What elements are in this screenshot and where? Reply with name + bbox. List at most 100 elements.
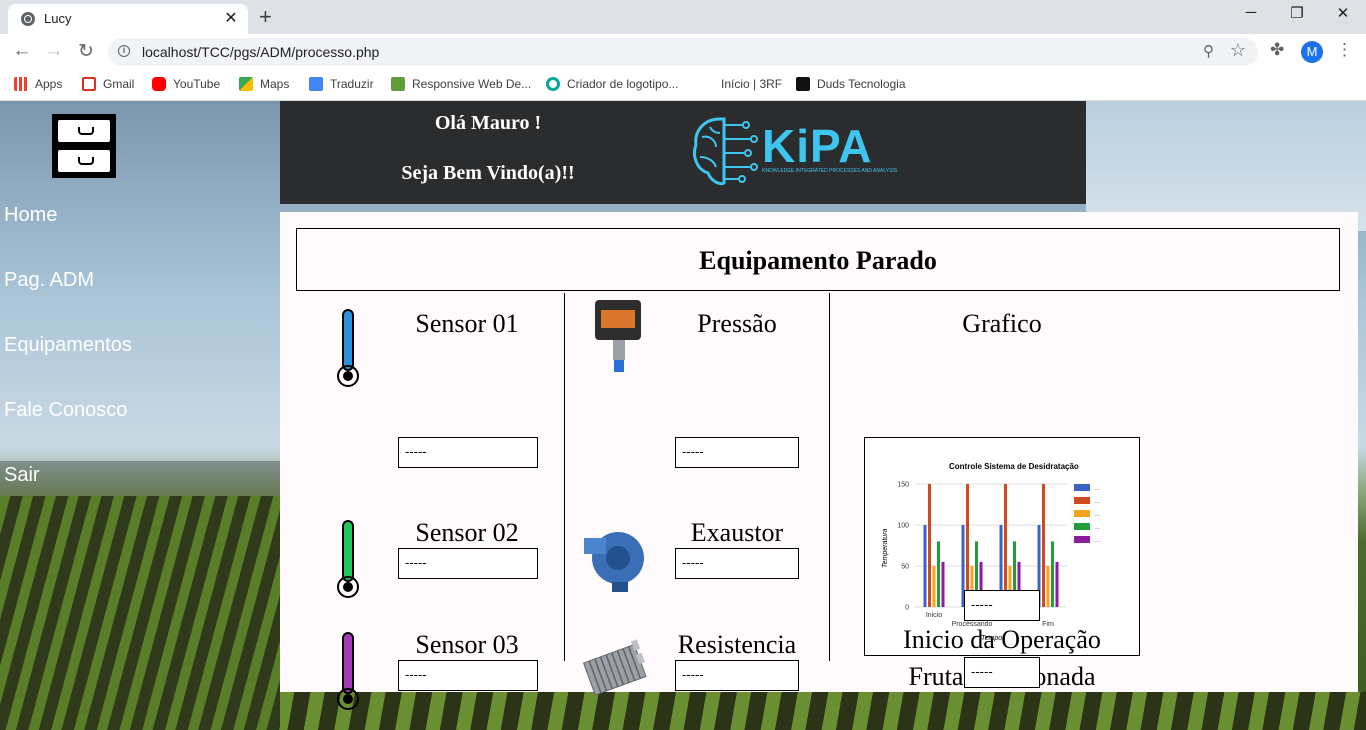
- fruta-selecionada-value: -----: [964, 590, 1040, 621]
- resistencia-label: Resistencia: [677, 630, 797, 659]
- browser-tab[interactable]: Lucy ✕: [8, 4, 248, 34]
- profile-avatar[interactable]: M: [1301, 41, 1323, 63]
- chart-container: Controle Sistema de Desidratação Tempera…: [864, 437, 1140, 656]
- w3-icon: [391, 77, 405, 91]
- zoom-icon[interactable]: ⚲: [1203, 42, 1214, 60]
- sensor-01-label: Sensor 01: [415, 309, 519, 338]
- chart-y-tick-label: 0: [905, 605, 909, 612]
- process-panel: Equipamento Parado Sensor 01 ----- Senso…: [280, 212, 1358, 710]
- grafico-label: Grafico: [962, 309, 1042, 338]
- greeting-text: Olá Mauro !: [434, 112, 542, 134]
- bookmark-gmail[interactable]: Gmail: [82, 77, 134, 91]
- welcome-text: Seja Bem Vindo(a)!!: [401, 162, 575, 184]
- page-viewport: Home Pag. ADM Equipamentos Fale Conosco …: [0, 101, 1366, 730]
- exaustor-label: Exaustor: [690, 518, 784, 547]
- tab-title: Lucy: [44, 11, 72, 26]
- sidebar-item-pag-adm[interactable]: Pag. ADM: [4, 269, 94, 292]
- inicio-operacao-label: Inicio da Operação: [903, 625, 1101, 654]
- sidebar-item-fale-conosco[interactable]: Fale Conosco: [4, 399, 127, 422]
- info-icon[interactable]: i: [118, 45, 130, 57]
- translate-icon: [309, 77, 323, 91]
- background-crop-rows-bottom: [280, 692, 1366, 730]
- minimize-icon[interactable]: ─: [1236, 4, 1266, 21]
- forward-icon[interactable]: →: [42, 40, 66, 62]
- chart-bar: [1004, 484, 1007, 607]
- chart-y-tick-label: 50: [901, 564, 909, 571]
- chart-bar: [937, 541, 940, 607]
- sidebar-item-equipamentos[interactable]: Equipamentos: [4, 334, 132, 357]
- chart-bar: [941, 561, 945, 607]
- chart-legend-label: ...: [1095, 525, 1100, 531]
- chart-bar: [932, 566, 936, 607]
- chart-legend-swatch: [1074, 510, 1090, 517]
- youtube-icon: [152, 77, 166, 91]
- chart-legend-label: ...: [1095, 538, 1100, 544]
- address-bar[interactable]: i localhost/TCC/pgs/ADM/processo.php ⚲ ☆: [108, 38, 1258, 66]
- drawer-bottom: [58, 150, 110, 172]
- chart-legend-label: ...: [1095, 486, 1100, 492]
- heating-resistor-icon: [582, 630, 652, 710]
- chart-bar: [1042, 484, 1045, 607]
- bookmark-apps[interactable]: Apps: [14, 77, 62, 91]
- drawer-top: [58, 120, 110, 142]
- close-tab-icon[interactable]: ✕: [222, 8, 240, 28]
- back-icon[interactable]: ←: [10, 40, 34, 62]
- gmail-icon: [82, 77, 96, 91]
- browser-tab-strip: Lucy ✕ + ─ ❐ ✕: [0, 0, 1366, 34]
- sensor-03-value: -----: [398, 660, 538, 691]
- logo-maker-icon: [546, 77, 560, 91]
- bookmark-responsive-web[interactable]: Responsive Web De...: [391, 77, 531, 91]
- kipa-logo: KiPA KNOWLEDGE INTEGRATED PROCESSES AND …: [690, 113, 897, 189]
- thermometer-green-icon: [335, 520, 361, 600]
- extensions-icon[interactable]: ✤: [1270, 40, 1284, 60]
- sidebar-item-sair[interactable]: Sair: [4, 464, 40, 487]
- chart-title: Controle Sistema de Desidratação: [949, 462, 1079, 471]
- chart-legend-swatch: [1074, 523, 1090, 530]
- sidebar: Home Pag. ADM Equipamentos Fale Conosco …: [0, 101, 280, 730]
- column-divider-right: [829, 293, 830, 661]
- chart-bar: [923, 525, 927, 607]
- chart-legend-swatch: [1074, 497, 1090, 504]
- pressao-value: -----: [675, 437, 799, 468]
- chart-bar: [966, 484, 969, 607]
- bookmark-traduzir[interactable]: Traduzir: [309, 77, 374, 91]
- chart-bar: [928, 484, 931, 607]
- chart-bar: [1046, 566, 1050, 607]
- duds-icon: [796, 77, 810, 91]
- sensor-02-label: Sensor 02: [415, 518, 519, 547]
- sensor-03-label: Sensor 03: [415, 630, 519, 659]
- resistencia-value: -----: [675, 660, 799, 691]
- pressao-label: Pressão: [697, 309, 777, 338]
- column-divider-left: [564, 293, 565, 661]
- bookmark-star-icon[interactable]: ☆: [1230, 40, 1246, 61]
- bookmark-maps[interactable]: Maps: [239, 77, 289, 91]
- exhaust-fan-icon: [582, 518, 652, 598]
- equipment-status-banner: Equipamento Parado: [296, 228, 1340, 291]
- chart-y-tick-label: 150: [897, 482, 909, 489]
- browser-toolbar: ← → ↻ i localhost/TCC/pgs/ADM/processo.p…: [0, 34, 1366, 70]
- browser-menu-icon[interactable]: ⋮: [1336, 40, 1353, 60]
- bookmark-youtube[interactable]: YouTube: [152, 77, 220, 91]
- bookmark-duds-tecnologia[interactable]: Duds Tecnologia: [796, 77, 906, 91]
- bookmark-inicio-3rf[interactable]: Início | 3RF: [700, 77, 782, 91]
- dehydration-chart: Controle Sistema de Desidratação Tempera…: [882, 462, 1100, 642]
- thermometer-blue-icon: [335, 309, 361, 389]
- url-text[interactable]: localhost/TCC/pgs/ADM/processo.php: [142, 44, 379, 60]
- chart-legend-label: ...: [1095, 499, 1100, 505]
- chart-y-axis-label: Temperatura: [882, 528, 889, 568]
- chart-legend-swatch: [1074, 536, 1090, 543]
- sensor-01-value: -----: [398, 437, 538, 468]
- reload-icon[interactable]: ↻: [74, 40, 98, 63]
- bookmark-criador-logotipo[interactable]: Criador de logotipo...: [546, 77, 678, 91]
- kipa-logo-text: KiPA: [762, 120, 873, 172]
- chart-x-tick-label: Inicio: [926, 612, 942, 619]
- thermometer-purple-icon: [335, 632, 361, 712]
- new-tab-button[interactable]: +: [259, 4, 272, 30]
- filing-cabinet-logo-icon[interactable]: [52, 114, 116, 178]
- close-window-icon[interactable]: ✕: [1328, 4, 1358, 22]
- sidebar-item-home[interactable]: Home: [4, 204, 57, 227]
- chart-legend-label: ...: [1095, 512, 1100, 518]
- restore-icon[interactable]: ❐: [1282, 4, 1312, 22]
- maps-icon: [239, 77, 253, 91]
- chart-bar: [1051, 541, 1054, 607]
